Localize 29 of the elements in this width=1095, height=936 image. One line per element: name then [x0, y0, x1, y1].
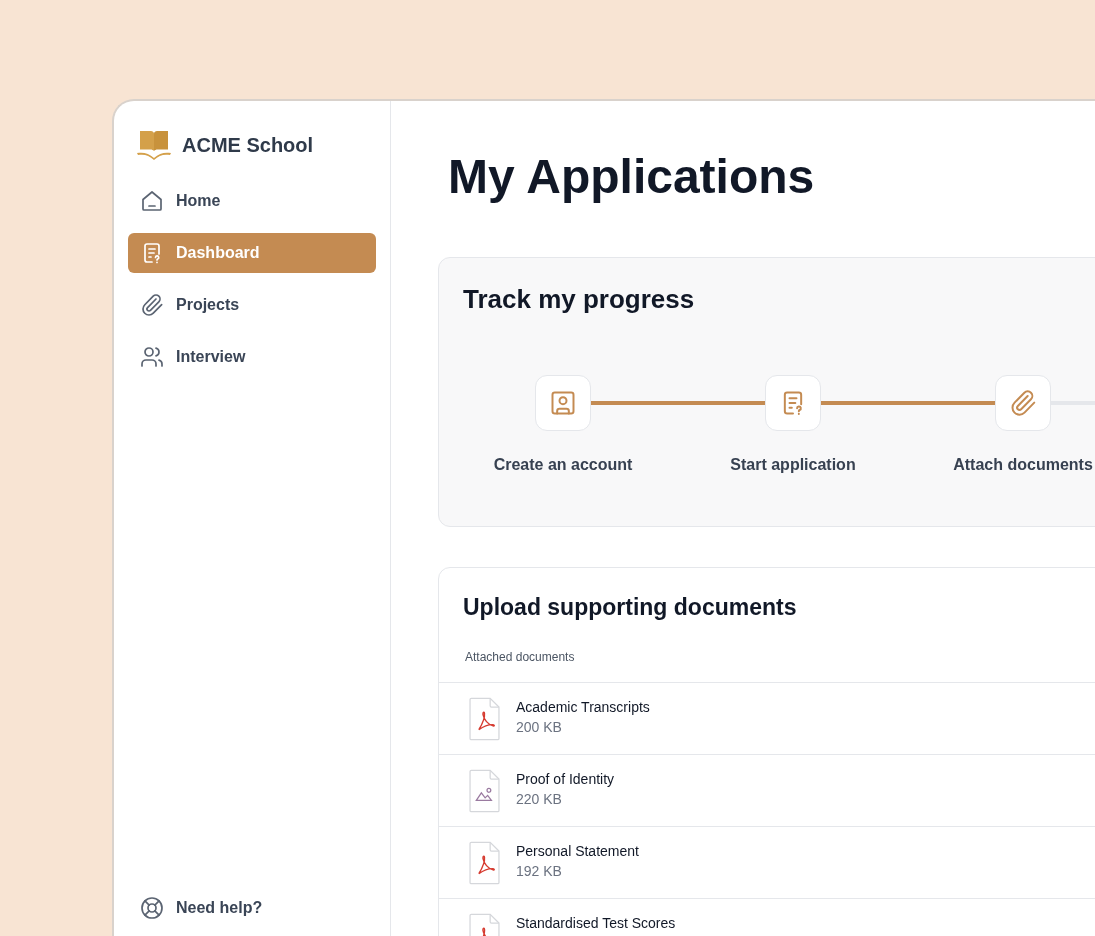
- paperclip-icon: [1009, 389, 1037, 417]
- book-logo-icon: [136, 129, 172, 161]
- people-icon: [140, 345, 164, 369]
- nav-item[interactable]: Interview: [128, 337, 376, 377]
- brand-name: ACME School: [182, 133, 314, 158]
- file-size: 220 KB: [516, 789, 563, 809]
- paperclip-icon: [140, 293, 164, 317]
- nav-item[interactable]: Projects: [128, 285, 376, 325]
- file-size: 192 KB: [516, 861, 563, 881]
- pdf-file-icon: [468, 840, 501, 885]
- page-title: My Applications: [448, 153, 816, 201]
- home-icon: [140, 189, 164, 213]
- card-title: Upload supporting documents: [462, 593, 798, 622]
- help-link[interactable]: Need help?: [128, 896, 275, 920]
- user-card-icon: [549, 389, 577, 417]
- step-label: Start application: [730, 455, 856, 475]
- file-name: Proof of Identity: [516, 769, 615, 789]
- column-header: Attached documents: [465, 649, 575, 664]
- card-title: Track my progress: [463, 283, 696, 316]
- file-name: Academic Transcripts: [516, 697, 650, 717]
- file-name: Standardised Test Scores: [516, 913, 676, 933]
- pdf-file-icon: [468, 696, 501, 741]
- nav-item[interactable]: Home: [128, 181, 376, 221]
- step-label: Create an account: [493, 455, 633, 475]
- image-file-icon: [468, 768, 501, 813]
- step-label: Attach documents: [953, 455, 1093, 475]
- lifebuoy-icon: [140, 896, 164, 920]
- file-name: Personal Statement: [516, 841, 639, 861]
- file-size: 200 KB: [516, 717, 563, 737]
